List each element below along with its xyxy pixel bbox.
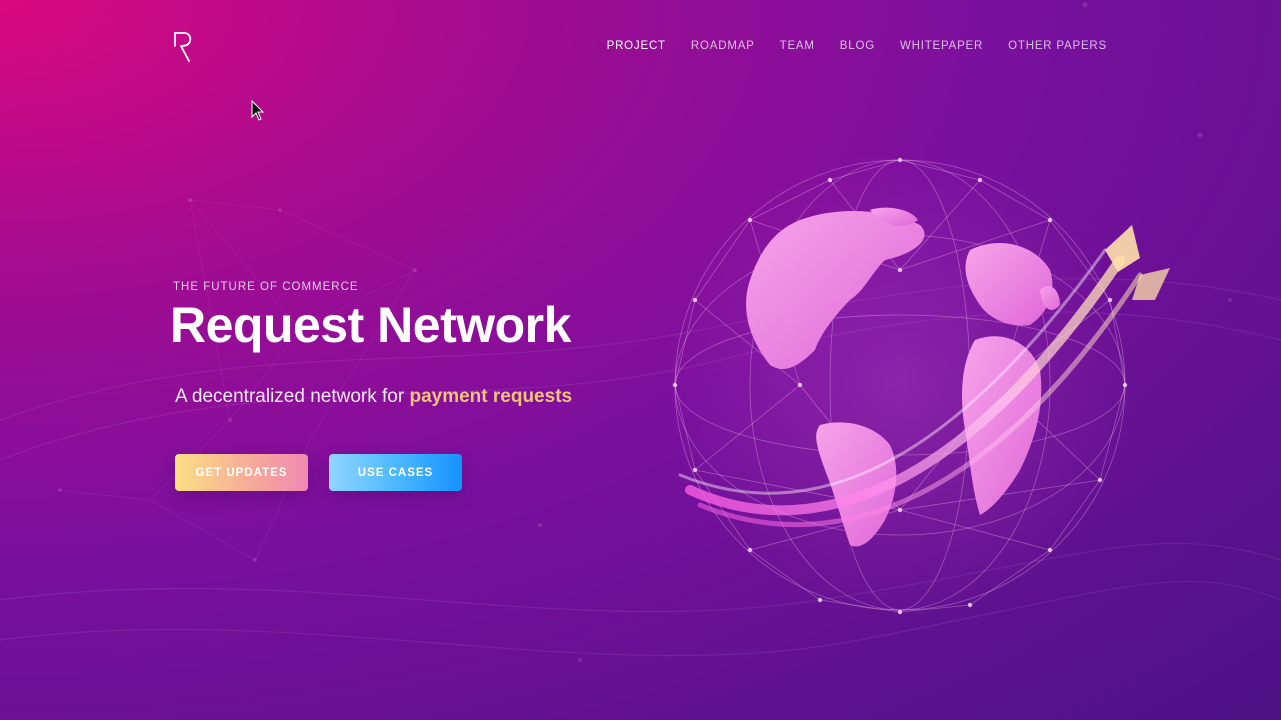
get-updates-button[interactable]: GET UPDATES: [175, 454, 308, 491]
subtitle-highlight: payment requests: [409, 386, 573, 407]
subtitle-prefix: A decentralized network for: [175, 386, 410, 407]
request-logo-icon[interactable]: [172, 30, 194, 64]
main-nav: PROJECT ROADMAP TEAM BLOG WHITEPAPER OTH…: [582, 40, 1107, 52]
nav-item-roadmap[interactable]: ROADMAP: [691, 40, 755, 52]
nav-item-whitepaper[interactable]: WHITEPAPER: [900, 40, 983, 52]
mouse-pointer-icon: [251, 100, 265, 121]
hero-eyebrow: THE FUTURE OF COMMERCE: [173, 281, 359, 293]
hero-title: Request Network: [170, 297, 571, 353]
globe-icon: [665, 150, 1170, 620]
hero-subtitle: A decentralized network for payment requ…: [175, 386, 572, 408]
nav-item-project[interactable]: PROJECT: [607, 40, 666, 52]
use-cases-button[interactable]: USE CASES: [329, 454, 462, 491]
nav-item-blog[interactable]: BLOG: [840, 40, 875, 52]
nav-item-other-papers[interactable]: OTHER PAPERS: [1008, 40, 1107, 52]
nav-item-team[interactable]: TEAM: [780, 40, 815, 52]
